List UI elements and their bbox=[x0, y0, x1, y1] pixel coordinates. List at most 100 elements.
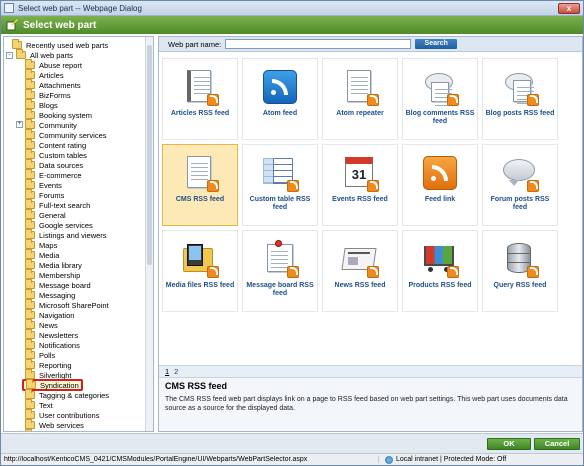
tree-item-microsoft-sharepoint[interactable]: Microsoft SharePoint bbox=[25, 299, 109, 310]
webpart-tile-atom-feed[interactable]: Atom feed bbox=[242, 58, 318, 140]
tree-item-widgets[interactable]: Widgets bbox=[25, 429, 66, 431]
search-input[interactable] bbox=[225, 39, 412, 49]
webpart-tile-events-rss-feed[interactable]: 31 Events RSS feed bbox=[322, 144, 398, 226]
tree-label: Syndication bbox=[40, 380, 79, 390]
scrollbar-thumb[interactable] bbox=[147, 45, 152, 265]
status-bar: http://localhost/KenticoCMS_0421/CMSModu… bbox=[1, 453, 583, 465]
category-tree[interactable]: Recently used web parts - All web parts Abu… bbox=[3, 36, 154, 432]
expand-icon[interactable]: + bbox=[16, 121, 23, 128]
tree-item-media-library[interactable]: Media library bbox=[25, 259, 82, 270]
folder-icon bbox=[25, 399, 35, 409]
tree-item-recent[interactable]: Recently used web parts bbox=[12, 39, 109, 50]
webpart-name[interactable]: Media files RSS feed bbox=[164, 282, 236, 290]
tree-item-full-text-search[interactable]: Full-text search bbox=[25, 199, 90, 210]
tree-label: Media library bbox=[39, 260, 82, 270]
webpart-tile-cms-rss-feed[interactable]: CMS RSS feed bbox=[162, 144, 238, 226]
webpart-name[interactable]: Forum posts RSS feed bbox=[484, 196, 556, 212]
webpart-name[interactable]: Query RSS feed bbox=[484, 282, 556, 290]
webpart-tile-feed-link[interactable]: Feed link bbox=[402, 144, 478, 226]
webpart-name[interactable]: Events RSS feed bbox=[324, 196, 396, 204]
webpart-name[interactable]: Articles RSS feed bbox=[164, 110, 236, 118]
webpart-tile-products-rss-feed[interactable]: Products RSS feed bbox=[402, 230, 478, 312]
folder-icon bbox=[25, 409, 35, 419]
webpart-name[interactable]: CMS RSS feed bbox=[164, 196, 236, 204]
webpart-tile-news-rss-feed[interactable]: News RSS feed bbox=[322, 230, 398, 312]
tree-item-google-services[interactable]: Google services bbox=[25, 219, 93, 230]
tree-label: Recently used web parts bbox=[26, 40, 109, 50]
tree-label: Forums bbox=[39, 190, 65, 200]
webpart-name[interactable]: News RSS feed bbox=[324, 282, 396, 290]
tree-item-content-rating[interactable]: Content rating bbox=[25, 139, 86, 150]
folder-icon bbox=[25, 419, 35, 429]
tree-label: All web parts bbox=[30, 50, 73, 60]
webpart-tile-atom-repeater[interactable]: Atom repeater bbox=[322, 58, 398, 140]
tree-item-e-commerce[interactable]: E-commerce bbox=[25, 169, 82, 180]
status-url: http://localhost/KenticoCMS_0421/CMSModu… bbox=[1, 456, 379, 463]
tree-scrollbar[interactable] bbox=[145, 37, 153, 431]
tree-label: Maps bbox=[39, 240, 58, 250]
ok-button[interactable]: OK bbox=[487, 438, 531, 450]
tree-item-tagging-categories[interactable]: Tagging & categories bbox=[25, 389, 109, 400]
tree-label: Google services bbox=[39, 220, 93, 230]
page-link-2[interactable]: 2 bbox=[174, 367, 178, 376]
tree-label: Listings and viewers bbox=[39, 230, 107, 240]
folder-icon bbox=[25, 329, 35, 339]
collapse-icon[interactable]: - bbox=[6, 52, 13, 59]
tree-item-messaging[interactable]: Messaging bbox=[25, 289, 75, 300]
tree-item-abuse-report[interactable]: Abuse report bbox=[25, 59, 82, 70]
tree-item-web-services[interactable]: Web services bbox=[25, 419, 84, 430]
tree-item-community[interactable]: Community bbox=[25, 119, 77, 130]
tree-item-message-board[interactable]: Message board bbox=[25, 279, 91, 290]
webpart-name[interactable]: Feed link bbox=[404, 196, 476, 204]
webpart-name[interactable]: Atom feed bbox=[244, 110, 316, 118]
close-button[interactable]: x bbox=[558, 3, 580, 14]
tree-item-listings-and-viewers[interactable]: Listings and viewers bbox=[25, 229, 107, 240]
tree-label: Community services bbox=[39, 130, 107, 140]
dialog-header: Select web part bbox=[1, 16, 583, 34]
page-link-1[interactable]: 1 bbox=[165, 367, 169, 376]
blog-rss-icon bbox=[501, 68, 539, 106]
tree-item-newsletters[interactable]: Newsletters bbox=[25, 329, 78, 340]
folder-icon bbox=[25, 429, 32, 431]
folder-icon bbox=[25, 349, 35, 359]
folder-icon bbox=[25, 69, 35, 79]
webpart-name[interactable]: Products RSS feed bbox=[404, 282, 476, 290]
webpart-tile-query-rss-feed[interactable]: Query RSS feed bbox=[482, 230, 558, 312]
webpart-name[interactable]: Message board RSS feed bbox=[244, 282, 316, 298]
tree-label: General bbox=[39, 210, 66, 220]
tree-item-booking-system[interactable]: Booking system bbox=[25, 109, 92, 120]
webpart-tile-blog-comments-rss-feed[interactable]: Blog comments RSS feed bbox=[402, 58, 478, 140]
folder-icon bbox=[25, 269, 35, 279]
webpart-tile-articles-rss-feed[interactable]: Articles RSS feed bbox=[162, 58, 238, 140]
webpart-name[interactable]: Blog comments RSS feed bbox=[404, 110, 476, 126]
tree-label: Membership bbox=[39, 270, 81, 280]
tree-item-community-services[interactable]: Community services bbox=[25, 129, 107, 140]
webpart-name[interactable]: Custom table RSS feed bbox=[244, 196, 316, 212]
webpart-tile-forum-posts-rss-feed[interactable]: Forum posts RSS feed bbox=[482, 144, 558, 226]
folder-icon bbox=[25, 99, 35, 109]
tree-item-user-contributions[interactable]: User contributions bbox=[25, 409, 99, 420]
tree-label: Navigation bbox=[39, 310, 75, 320]
notebook-rss-icon bbox=[181, 68, 219, 106]
rss-badge-icon bbox=[367, 266, 379, 278]
tree-item-reporting[interactable]: Reporting bbox=[25, 359, 72, 370]
folder-icon bbox=[25, 289, 35, 299]
webpart-name[interactable]: Blog posts RSS feed bbox=[484, 110, 556, 118]
tree-item-attachments[interactable]: Attachments bbox=[25, 79, 81, 90]
webpart-description: CMS RSS feed The CMS RSS feed web part d… bbox=[159, 377, 582, 431]
rss-badge-icon bbox=[447, 266, 459, 278]
tree-item-data-sources[interactable]: Data sources bbox=[25, 159, 83, 170]
webpart-tile-blog-posts-rss-feed[interactable]: Blog posts RSS feed bbox=[482, 58, 558, 140]
search-button[interactable]: Search bbox=[415, 39, 458, 49]
webpart-tile-custom-table-rss-feed[interactable]: Custom table RSS feed bbox=[242, 144, 318, 226]
webpart-tile-media-files-rss-feed[interactable]: Media files RSS feed bbox=[162, 230, 238, 312]
cancel-button[interactable]: Cancel bbox=[534, 438, 580, 450]
webpart-name[interactable]: Atom repeater bbox=[324, 110, 396, 118]
tree-item-custom-tables[interactable]: Custom tables bbox=[25, 149, 87, 160]
webpart-tile-message-board-rss-feed[interactable]: Message board RSS feed bbox=[242, 230, 318, 312]
tree-item-navigation[interactable]: Navigation bbox=[25, 309, 75, 320]
folder-icon bbox=[25, 129, 35, 139]
tree-label: Microsoft SharePoint bbox=[39, 300, 109, 310]
tree-item-membership[interactable]: Membership bbox=[25, 269, 81, 280]
tree-item-notifications[interactable]: Notifications bbox=[25, 339, 80, 350]
